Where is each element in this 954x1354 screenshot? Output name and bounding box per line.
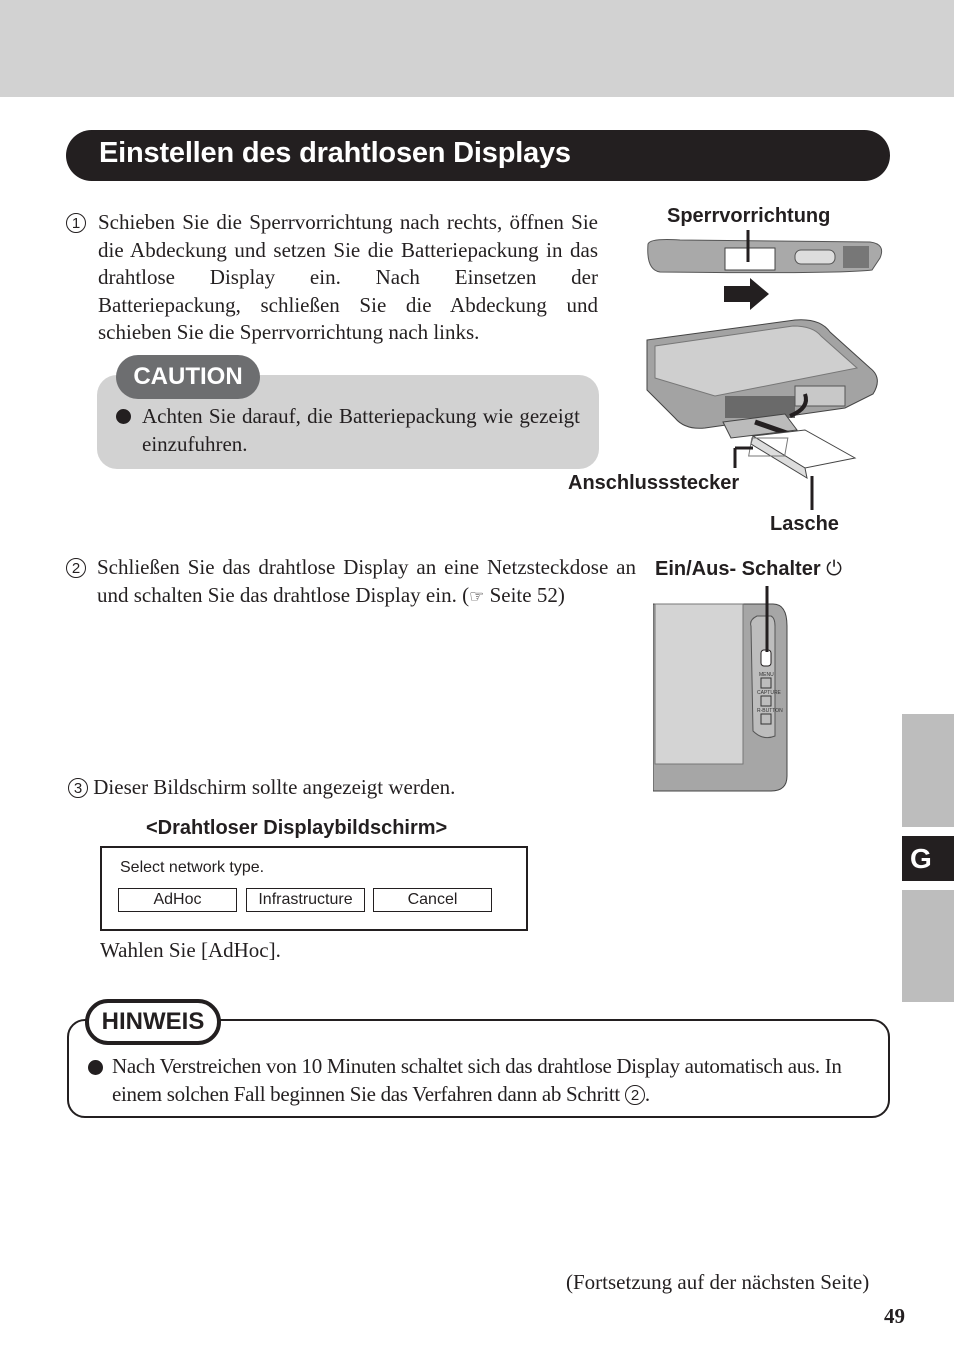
side-tab-active: G: [902, 836, 954, 881]
label-power-switch-text: Ein/Aus- Schalter: [655, 558, 821, 580]
step-2: 2 Schließen Sie das drahtlose Display an…: [66, 554, 636, 610]
capture-label: CAPTURE: [757, 690, 782, 696]
note-text: Nach Verstreichen von 10 Minuten schalte…: [112, 1054, 842, 1106]
r-button-label: R-BUTTON: [757, 708, 783, 714]
screen-caption: <Drahtloser Displaybildschirm>: [146, 817, 448, 839]
side-tab-lower: [902, 890, 954, 1002]
instruction-text: Wahlen Sie [AdHoc].: [100, 938, 281, 962]
top-band: [0, 0, 954, 97]
infrastructure-button[interactable]: Infrastructure: [246, 888, 365, 912]
label-power-switch: Ein/Aus- Schalter ⏻: [655, 558, 842, 581]
continuation-note: (Fortsetzung auf der nächsten Seite): [566, 1270, 870, 1294]
menu-label: MENU: [759, 672, 774, 678]
note-item: Nach Verstreichen von 10 Minuten schalte…: [86, 1053, 882, 1108]
dialog-prompt: Select network type.: [120, 859, 265, 876]
note-label: HINWEIS: [85, 999, 221, 1045]
battery-illustration: [646, 319, 878, 510]
bullet-icon: [116, 409, 131, 424]
label-sperrvorrichtung: Sperrvorrichtung: [667, 205, 831, 227]
step-text: Schieben Sie die Sperrvorrichtung nach r…: [98, 210, 598, 344]
label-anschlussstecker: Anschlussstecker: [568, 472, 740, 494]
step-number: 1: [66, 213, 86, 233]
power-switch-illustration: MENU CAPTURE R-BUTTON: [653, 586, 788, 792]
step-number: 2: [66, 558, 86, 578]
note-text-end: .: [644, 1081, 650, 1106]
step-text: Dieser Bildschirm sollte angezeigt werde…: [93, 775, 456, 799]
step-1: 1 Schieben Sie die Sperrvorrichtung nach…: [66, 209, 598, 347]
caution-item: Achten Sie darauf, die Batteriepackung w…: [114, 402, 580, 458]
cancel-button[interactable]: Cancel: [373, 888, 492, 912]
label-lasche: Lasche: [770, 513, 839, 535]
page-number: 49: [884, 1304, 905, 1328]
adhoc-button[interactable]: AdHoc: [118, 888, 237, 912]
power-icon: ⏻: [826, 558, 842, 580]
page-title: Einstellen des drahtlosen Displays: [99, 137, 571, 169]
caution-label: CAUTION: [116, 355, 260, 399]
page-reference[interactable]: Seite 52): [484, 583, 565, 607]
arrow-right-icon: [724, 278, 769, 310]
side-tab-upper: [902, 714, 954, 827]
step-reference: 2: [624, 1084, 645, 1105]
step-number: 3: [68, 778, 88, 798]
pointing-hand-icon: ☞: [469, 586, 485, 606]
bullet-icon: [88, 1060, 103, 1075]
caution-item-text: Achten Sie darauf, die Batteriepackung w…: [142, 404, 580, 456]
step-3: 3 Dieser Bildschirm sollte angezeigt wer…: [68, 775, 455, 800]
